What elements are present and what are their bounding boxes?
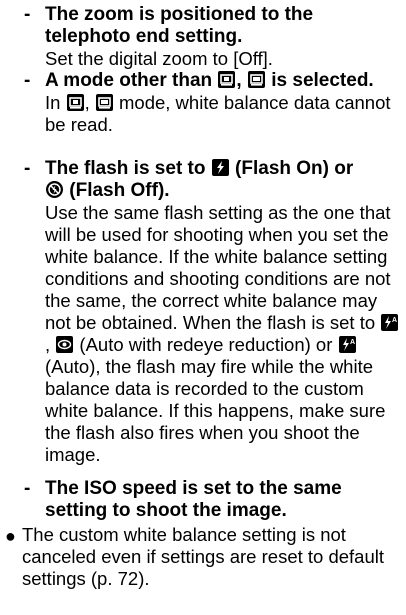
heading-text: The flash is set to <box>45 158 206 179</box>
redeye-icon <box>56 336 74 353</box>
manual-page: - The zoom is positioned to the telephot… <box>0 0 406 615</box>
flash-auto-icon: A <box>381 314 399 331</box>
heading-text: (Flash On) or <box>235 158 354 179</box>
scene-mode-alt-icon <box>95 94 113 111</box>
condition-body: Set the digital zoom to [Off]. <box>45 48 273 69</box>
condition-item-flash: - The flash is set to (Flash On) or (Fla… <box>24 158 403 466</box>
body-text: In <box>45 92 61 113</box>
dash-marker: - <box>24 70 31 91</box>
note-text-content: The custom white balance setting is not … <box>22 524 384 589</box>
condition-item-iso: - The ISO speed is set to the same setti… <box>24 478 403 522</box>
scene-mode-icon <box>218 71 236 88</box>
scene-mode-alt-icon <box>247 71 265 88</box>
note-text: The custom white balance setting is not … <box>22 524 405 590</box>
condition-item-mode: - A mode other than , is selected. In , … <box>24 70 403 136</box>
body-text: Use the same flash setting as the one th… <box>45 202 391 333</box>
condition-body: Use the same flash setting as the one th… <box>45 202 403 466</box>
body-text: (Auto with redeye reduction) or <box>79 334 333 355</box>
body-separator: , <box>45 334 51 355</box>
heading-text: A mode other than <box>45 70 213 91</box>
svg-text:A: A <box>350 339 355 346</box>
body-text: (Auto), the flash may fire while the whi… <box>45 356 386 465</box>
flash-auto-icon: A <box>338 336 356 353</box>
condition-item-zoom: - The zoom is positioned to the telephot… <box>24 4 403 70</box>
note-bullet: ● The custom white balance setting is no… <box>5 524 405 590</box>
heading-text: is selected. <box>271 70 374 91</box>
condition-heading: The ISO speed is set to the same setting… <box>45 478 342 521</box>
condition-heading: A mode other than , is selected. <box>45 70 403 92</box>
dash-marker: - <box>24 4 31 25</box>
heading-text: (Flash Off). <box>69 180 170 201</box>
heading-separator: , <box>236 70 242 91</box>
condition-heading: The zoom is positioned to the telephoto … <box>45 4 314 47</box>
body-separator: , <box>84 92 90 113</box>
bullet-icon: ● <box>5 526 16 546</box>
flash-off-icon <box>46 181 63 198</box>
flash-on-icon <box>211 159 229 176</box>
condition-body: In , mode, white balance data cannot be … <box>45 92 403 136</box>
svg-text:A: A <box>392 317 397 324</box>
scene-mode-icon <box>66 94 84 111</box>
dash-marker: - <box>24 478 31 499</box>
dash-marker: - <box>24 158 31 179</box>
condition-heading: The flash is set to (Flash On) or (Flash… <box>45 158 403 202</box>
